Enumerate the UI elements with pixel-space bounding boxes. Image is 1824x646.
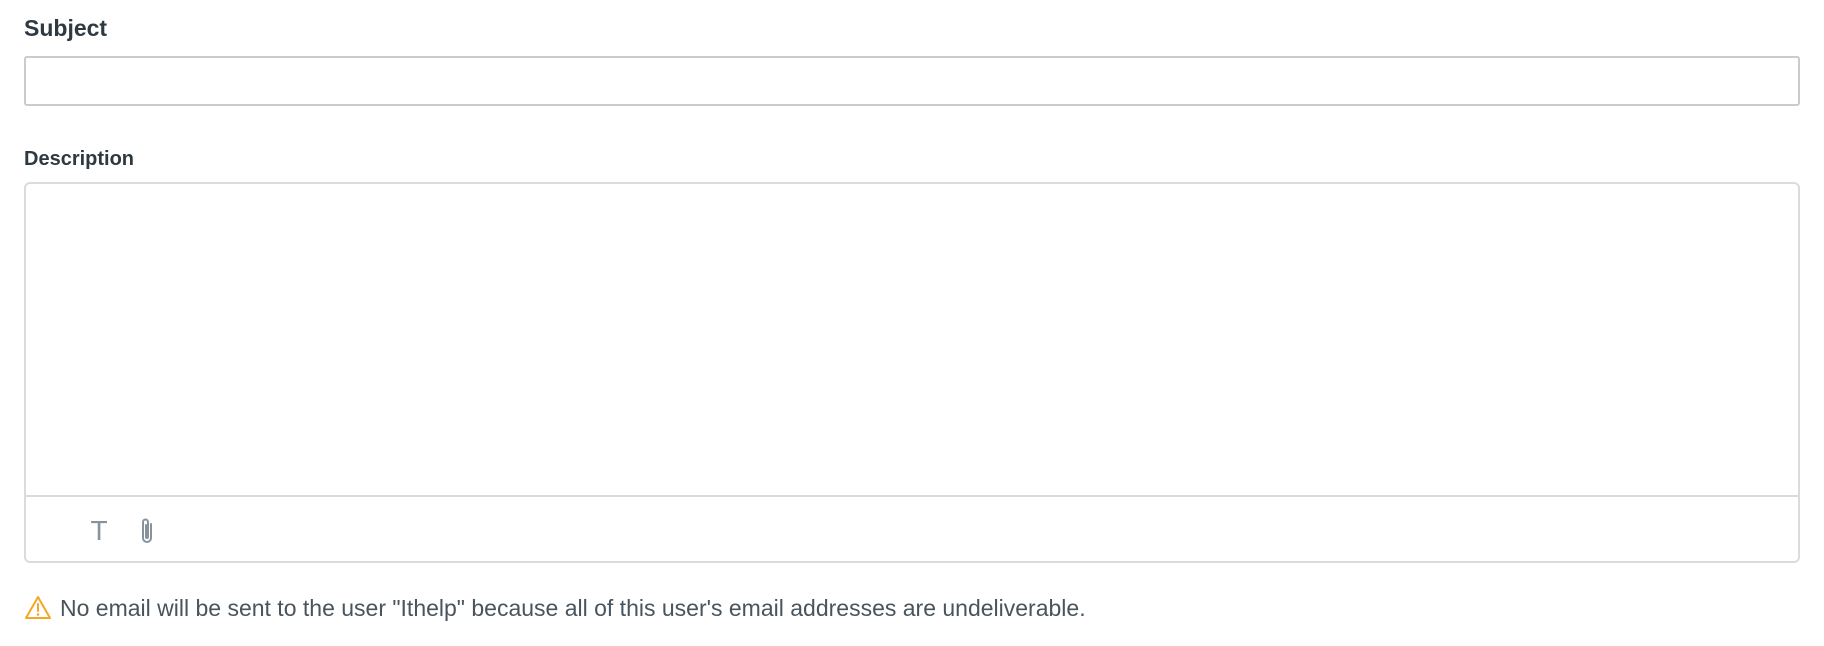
description-textarea[interactable] (26, 184, 1798, 495)
warning-triangle-icon (24, 594, 52, 622)
warning-message: No email will be sent to the user "Ithel… (60, 594, 1086, 621)
description-editor: T (24, 182, 1800, 563)
paperclip-icon[interactable] (132, 515, 162, 547)
subject-label: Subject (24, 15, 108, 41)
text-format-icon[interactable]: T (84, 515, 114, 547)
ticket-form: Subject Description T No email will be s… (0, 0, 1824, 646)
undeliverable-warning: No email will be sent to the user "Ithel… (24, 592, 1086, 624)
description-label: Description (24, 148, 135, 170)
subject-input[interactable] (24, 56, 1800, 106)
editor-toolbar: T (26, 495, 1798, 561)
